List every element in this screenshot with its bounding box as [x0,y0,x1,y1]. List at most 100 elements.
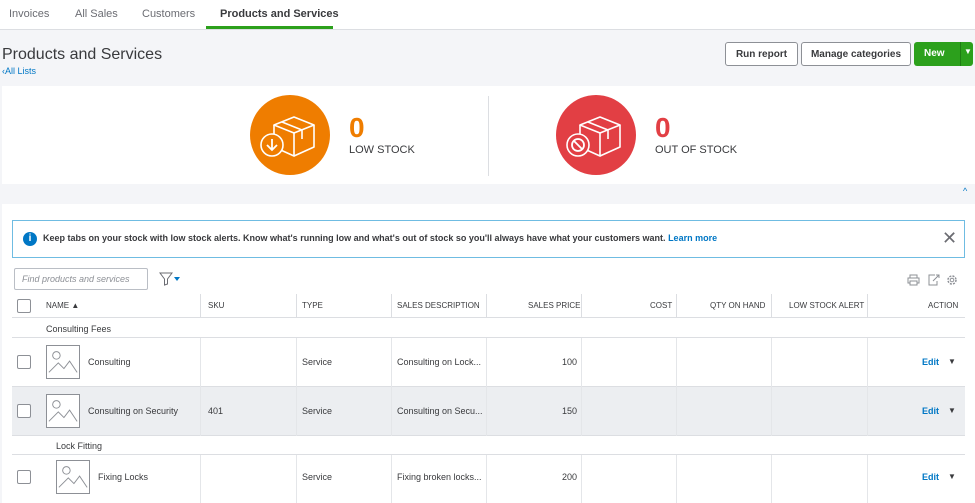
all-lists-label: All Lists [5,66,37,76]
product-name[interactable]: Consulting [88,357,131,367]
column-divider [391,387,392,436]
settings-gear-icon[interactable] [946,274,958,286]
box-blocked-icon [566,116,621,157]
column-divider [771,387,772,436]
edit-link[interactable]: Edit [922,472,939,482]
product-description: Consulting on Lock... [397,357,482,367]
image-placeholder-icon[interactable] [56,460,90,494]
product-sales-price: 150 [561,406,577,416]
column-divider [296,455,297,503]
table-row: Consulting on Security 401 Service Consu… [12,387,965,436]
column-header-sales-description[interactable]: SALES DESCRIPTION [397,301,480,310]
tab-products-and-services[interactable]: Products and Services [220,8,339,20]
product-sales-price: 200 [561,472,577,482]
image-placeholder-icon[interactable] [46,394,80,428]
column-header-name[interactable]: NAME ▲ [46,301,79,310]
run-report-button[interactable]: Run report [725,42,798,66]
column-divider [581,387,582,436]
new-button-divider [960,42,961,66]
product-type: Service [302,406,333,416]
active-tab-indicator [206,26,333,29]
search-input[interactable] [14,268,148,290]
tab-all-sales[interactable]: All Sales [75,8,118,20]
column-header-action: ACTION [928,301,959,310]
product-name[interactable]: Fixing Locks [98,472,148,482]
column-divider [581,338,582,387]
page-title: Products and Services [2,46,163,63]
close-icon[interactable]: ✕ [942,228,957,249]
table-row: Fixing Locks Service Fixing broken locks… [12,455,965,503]
column-divider [391,455,392,503]
product-type: Service [302,472,333,482]
row-checkbox[interactable] [17,355,31,369]
edit-link[interactable]: Edit [922,357,939,367]
column-divider [391,294,392,318]
column-divider [867,338,868,387]
product-type: Service [302,357,333,367]
product-name[interactable]: Consulting on Security [88,406,178,416]
category-label: Lock Fitting [56,441,103,451]
column-header-sku[interactable]: SKU [208,301,224,310]
product-sales-price: 100 [561,357,577,367]
column-divider [486,294,487,318]
column-divider [676,455,677,503]
caret-down-icon[interactable]: ▼ [948,357,956,366]
column-divider [486,455,487,503]
column-header-sales-price[interactable]: SALES PRICE [528,301,580,310]
low-stock-label: LOW STOCK [349,144,415,156]
image-placeholder-icon[interactable] [46,345,80,379]
column-divider [486,387,487,436]
table-row: Consulting Service Consulting on Lock...… [12,338,965,387]
out-of-stock-circle[interactable] [556,95,636,175]
manage-categories-button[interactable]: Manage categories [801,42,911,66]
low-stock-count: 0 [349,112,365,143]
column-divider [200,294,201,318]
tab-invoices[interactable]: Invoices [9,8,49,20]
category-group-row: Consulting Fees [12,319,965,338]
row-checkbox[interactable] [17,470,31,484]
column-header-cost[interactable]: COST [650,301,672,310]
caret-down-icon[interactable]: ▼ [964,47,972,56]
products-card: i Keep tabs on your stock with low stock… [2,204,975,503]
select-all-checkbox[interactable] [17,299,31,313]
tab-customers[interactable]: Customers [142,8,195,20]
new-button[interactable]: New ▼ [914,42,973,66]
low-stock-info-banner: i Keep tabs on your stock with low stock… [12,220,965,258]
column-divider [676,338,677,387]
caret-down-icon[interactable]: ▼ [948,472,956,481]
column-header-type[interactable]: TYPE [302,301,323,310]
product-description: Fixing broken locks... [397,472,482,482]
column-divider [391,338,392,387]
all-lists-link[interactable]: ‹All Lists [2,66,36,76]
column-divider [771,294,772,318]
stock-summary-panel: 0 LOW STOCK 0 OUT OF STOCK [2,86,975,184]
column-divider [771,455,772,503]
edit-link[interactable]: Edit [922,406,939,416]
filter-icon[interactable] [159,272,181,286]
chevron-up-icon[interactable]: ^ [963,186,967,196]
column-header-low-stock-alert[interactable]: LOW STOCK ALERT [789,301,864,310]
column-divider [296,387,297,436]
print-icon[interactable] [907,274,920,286]
column-header-qty-on-hand[interactable]: QTY ON HAND [710,301,765,310]
column-divider [200,455,201,503]
column-divider [581,455,582,503]
out-of-stock-count: 0 [655,112,671,143]
out-of-stock-label: OUT OF STOCK [655,144,738,156]
top-tab-bar: Invoices All Sales Customers Products an… [0,0,975,30]
learn-more-link[interactable]: Learn more [668,233,717,243]
banner-text: Keep tabs on your stock with low stock a… [43,233,666,243]
category-group-row: Lock Fitting [12,436,965,455]
row-checkbox[interactable] [17,404,31,418]
caret-down-icon[interactable]: ▼ [948,406,956,415]
stock-divider [488,96,489,176]
column-divider [200,338,201,387]
column-divider [581,294,582,318]
column-divider [771,338,772,387]
column-divider [867,294,868,318]
column-divider [676,294,677,318]
product-sku: 401 [208,406,224,416]
low-stock-circle[interactable] [250,95,330,175]
column-divider [676,387,677,436]
export-icon[interactable] [927,274,940,286]
